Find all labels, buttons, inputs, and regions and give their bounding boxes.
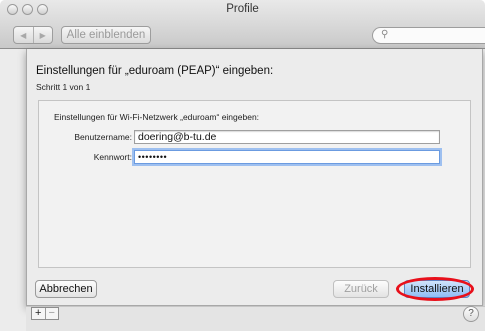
cancel-button[interactable]: Abbrechen: [35, 280, 97, 298]
title-bar: Profile ◀ ▶ Alle einblenden ⚲: [0, 0, 485, 49]
password-field[interactable]: ••••••••: [134, 150, 440, 164]
sheet-heading: Einstellungen für „eduroam (PEAP)“ einge…: [36, 65, 274, 77]
network-hint: Einstellungen für Wi-Fi-Netzwerk „eduroa…: [54, 112, 260, 122]
show-all-button[interactable]: Alle einblenden: [61, 26, 151, 44]
step-indicator: Schritt 1 von 1: [36, 82, 91, 92]
chevron-left-icon[interactable]: ◀: [14, 27, 33, 43]
search-input[interactable]: ⚲: [372, 27, 485, 44]
remove-profile-button[interactable]: −: [44, 308, 59, 319]
nav-segmented-control: ◀ ▶: [13, 26, 53, 44]
help-button[interactable]: ?: [463, 306, 479, 322]
profile-settings-sheet: Einstellungen für „eduroam (PEAP)“ einge…: [26, 49, 483, 306]
password-label: Kennwort:: [93, 152, 132, 162]
add-remove-control: + −: [31, 307, 59, 320]
chevron-right-icon[interactable]: ▶: [32, 27, 53, 43]
username-label: Benutzername:: [74, 132, 132, 142]
add-profile-button[interactable]: +: [32, 308, 45, 319]
back-button[interactable]: Zurück: [333, 280, 389, 298]
network-settings-panel: Einstellungen für Wi-Fi-Netzwerk „eduroa…: [38, 100, 471, 268]
install-highlight-ring: [396, 277, 474, 301]
bottom-bar: [26, 306, 485, 331]
profiles-window: Profile ◀ ▶ Alle einblenden ⚲ Einstellun…: [0, 0, 485, 331]
search-icon: ⚲: [381, 29, 389, 40]
username-field[interactable]: doering@b-tu.de: [134, 130, 440, 144]
window-title: Profile: [226, 3, 259, 15]
